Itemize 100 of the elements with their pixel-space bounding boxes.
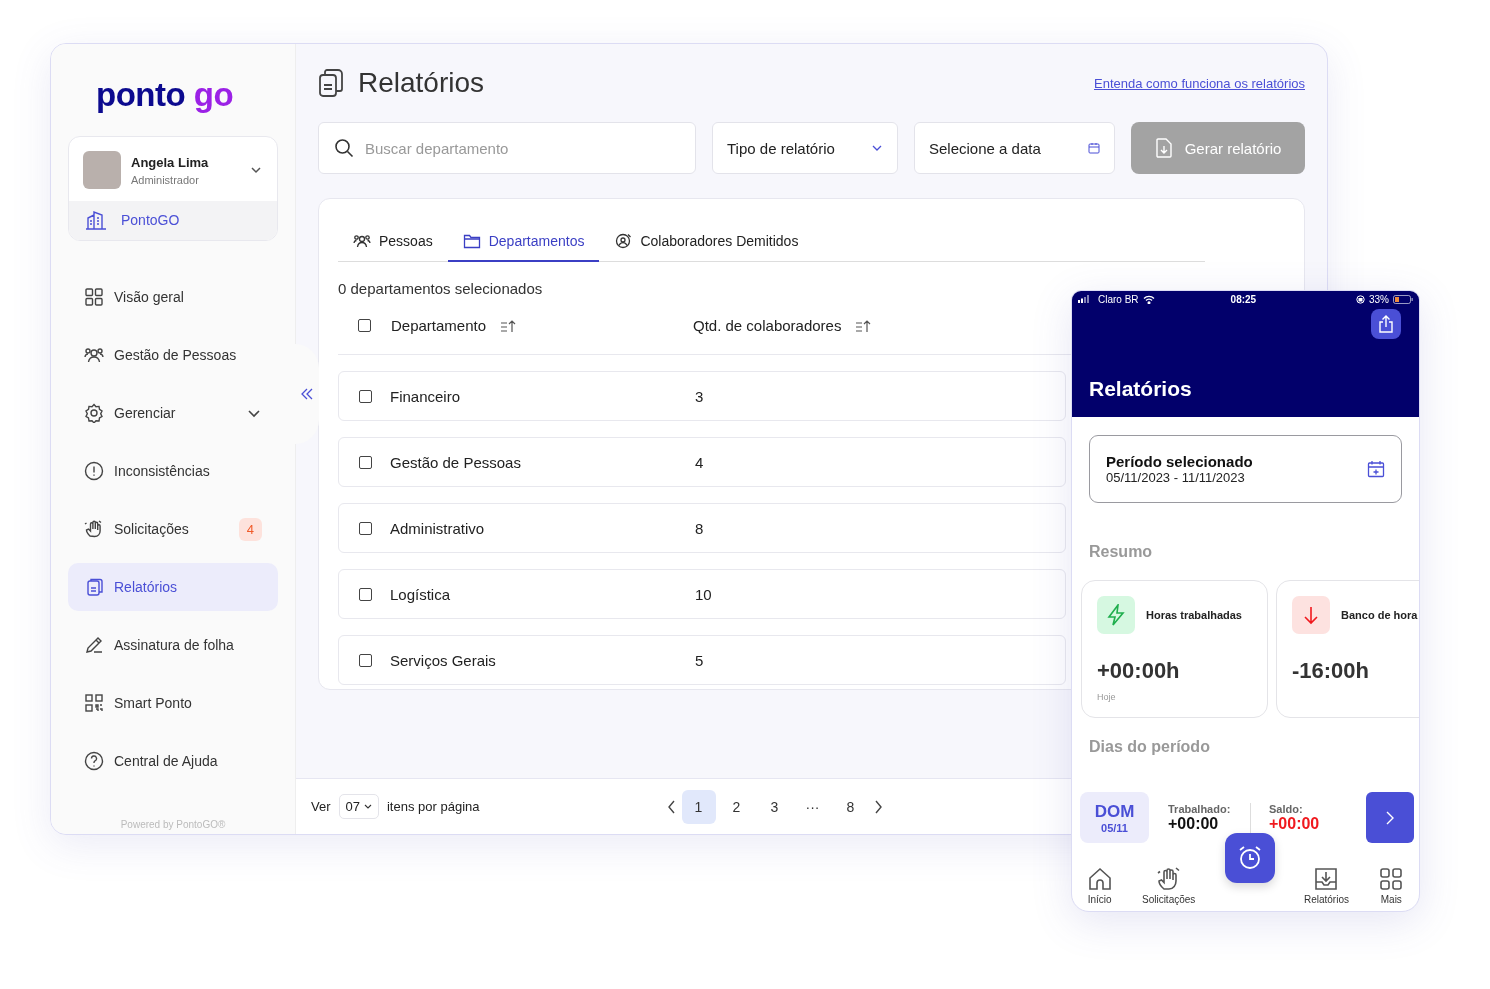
- calendar-icon: [1088, 142, 1100, 154]
- row-checkbox[interactable]: [359, 521, 372, 535]
- people-icon: [353, 232, 371, 249]
- chevron-right-icon: [1385, 809, 1395, 826]
- grid-icon: [1378, 866, 1405, 892]
- hand-icon: [1155, 866, 1182, 892]
- lock-rotation-icon: [1356, 294, 1365, 304]
- logo: ponto go: [96, 76, 235, 114]
- table-cell: 10: [695, 585, 712, 603]
- qr-code-icon: [84, 693, 104, 713]
- help-link[interactable]: Entenda como funciona os relatórios: [1094, 75, 1305, 91]
- battery-icon: [1393, 294, 1413, 304]
- summary-value: +00:00h: [1097, 658, 1181, 684]
- table-cell: 5: [695, 651, 704, 669]
- page-button[interactable]: 3: [757, 789, 792, 824]
- calendar-add-icon[interactable]: [1367, 460, 1385, 478]
- row-checkbox[interactable]: [359, 389, 372, 403]
- summary-note: Hoje: [1097, 692, 1117, 702]
- page-title: Relatórios: [358, 67, 486, 99]
- avatar-photo-placeholder: [83, 151, 121, 189]
- table-cell-text: Administrativo: [390, 519, 486, 537]
- clock-button[interactable]: [1224, 833, 1275, 883]
- nav-item[interactable]: Inconsistências: [68, 447, 278, 495]
- table-row[interactable]: Financeiro 3: [338, 371, 1066, 421]
- nav-item[interactable]: Central de Ajuda: [68, 737, 278, 785]
- row-checkbox[interactable]: [359, 653, 372, 667]
- worked-value: +00:00: [1168, 814, 1220, 833]
- tab[interactable]: Departamentos: [447, 221, 600, 262]
- page-button[interactable]: 2: [719, 789, 754, 824]
- report-type-dropdown[interactable]: Tipo de relatório: [712, 122, 898, 174]
- summary-title: Banco de hora: [1341, 609, 1418, 621]
- powered-by-text: Powered by PontoGO®: [119, 819, 227, 832]
- alert-icon: [84, 461, 104, 481]
- people-icon: [84, 345, 104, 365]
- table-cell: 3: [695, 387, 704, 405]
- select-all-checkbox[interactable]: [358, 319, 371, 332]
- tab-bar-item[interactable]: Solicitações: [1141, 866, 1196, 905]
- sort-icon[interactable]: [500, 318, 517, 333]
- nav-item[interactable]: Gerenciar: [68, 389, 278, 437]
- folder-icon: [462, 232, 481, 249]
- date-picker[interactable]: Selecione a data: [914, 122, 1115, 174]
- page-button[interactable]: ···: [795, 789, 830, 824]
- user-card[interactable]: Angela Lima Administrador PontoGO: [68, 136, 278, 241]
- period-label: Período selecionado: [1106, 453, 1253, 470]
- battery-percent: 33%: [1369, 293, 1389, 305]
- table-cell-text: Logística: [390, 585, 452, 603]
- per-page-dropdown[interactable]: 07: [338, 794, 379, 819]
- tab-bar-item[interactable]: Início: [1086, 866, 1113, 905]
- balance-label: Saldo:: [1269, 802, 1304, 815]
- home-icon: [1086, 866, 1113, 892]
- carrier-name: Claro BR: [1098, 293, 1139, 305]
- screen-title: Relatórios: [1089, 377, 1192, 401]
- balance-value: +00:00: [1269, 814, 1321, 833]
- nav-item[interactable]: Relatórios: [68, 563, 278, 611]
- table-cell: 8: [695, 519, 704, 537]
- share-button[interactable]: [1371, 309, 1401, 339]
- hand-icon: [84, 519, 104, 539]
- per-page-label: itens por página: [387, 799, 480, 814]
- table-cell-text: Serviços Gerais: [390, 651, 497, 669]
- table-row[interactable]: Gestão de Pessoas 4: [338, 437, 1066, 487]
- file-download-icon: [1154, 138, 1173, 158]
- download-icon: [1313, 866, 1340, 892]
- next-button[interactable]: [1366, 792, 1414, 843]
- search-field[interactable]: Buscar departamento: [318, 122, 696, 174]
- table-cell-text: Financeiro: [390, 387, 462, 405]
- period-range: 05/11/2023 - 11/11/2023: [1106, 470, 1246, 485]
- tab[interactable]: Pessoas: [338, 221, 448, 262]
- table-row[interactable]: Administrativo 8: [338, 503, 1066, 553]
- period-field[interactable]: Período selecionado 05/11/2023 - 11/11/2023: [1089, 435, 1402, 503]
- wifi-icon: [1142, 294, 1155, 304]
- user-role: Administrador: [131, 173, 200, 186]
- section-title: Dias do período: [1089, 738, 1211, 756]
- nav-item[interactable]: Solicitações 4: [68, 505, 278, 553]
- row-checkbox[interactable]: [359, 587, 372, 601]
- tab[interactable]: Colaboradores Demitidos: [599, 221, 814, 262]
- day-badge: DOM 05/11: [1080, 792, 1149, 843]
- per-page-label: Ver: [311, 799, 331, 814]
- row-checkbox[interactable]: [359, 455, 372, 469]
- lightning-icon: [1097, 596, 1135, 634]
- document-icon: [84, 577, 104, 597]
- nav-item[interactable]: Assinatura de folha: [68, 621, 278, 669]
- user-circle-icon: [614, 232, 633, 249]
- worked-label: Trabalhado:: [1168, 802, 1232, 815]
- nav-item[interactable]: Smart Ponto: [68, 679, 278, 727]
- page-button[interactable]: 1: [681, 789, 716, 824]
- page-button[interactable]: 8: [833, 789, 868, 824]
- help-icon: [84, 751, 104, 771]
- tab-bar-item[interactable]: Mais: [1378, 866, 1405, 905]
- tab-bar-item[interactable]: Relatórios: [1303, 866, 1349, 905]
- table-row[interactable]: Serviços Gerais 5: [338, 635, 1066, 685]
- table-row[interactable]: Logística 10: [338, 569, 1066, 619]
- table-cell: 4: [695, 453, 704, 471]
- pen-icon: [84, 635, 104, 655]
- nav-item[interactable]: Gestão de Pessoas: [68, 331, 278, 379]
- building-icon: [85, 210, 107, 230]
- search-icon: [334, 138, 354, 158]
- sort-icon[interactable]: [855, 318, 872, 333]
- section-title: Resumo: [1089, 543, 1154, 561]
- nav-item[interactable]: Visão geral: [68, 273, 278, 321]
- column-header: Qtd. de colaboradores: [693, 317, 842, 334]
